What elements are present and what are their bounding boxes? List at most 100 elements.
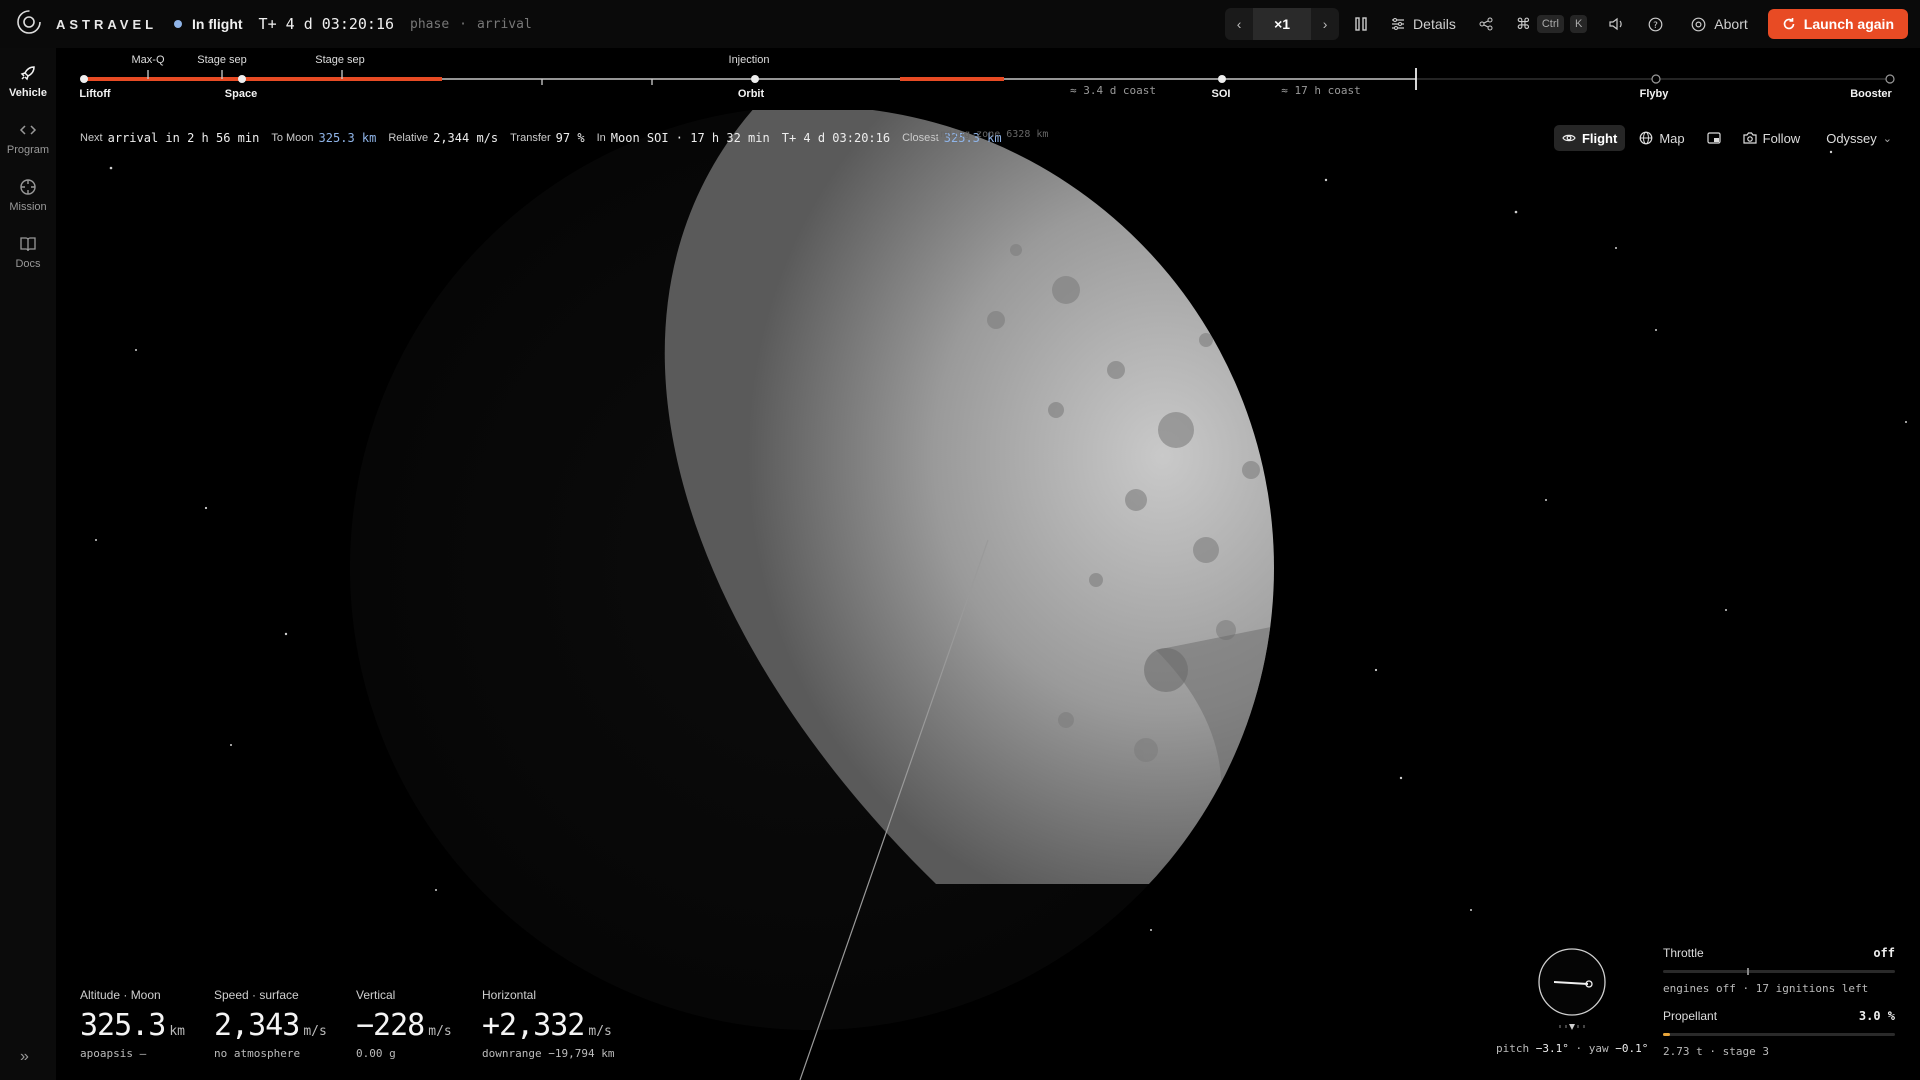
abort-label: Abort (1714, 16, 1748, 32)
mission-timeline[interactable]: Max-Q Stage sep Stage sep Injection Lift… (56, 48, 1920, 110)
status-dot (174, 20, 182, 28)
view-map-button[interactable]: Map (1631, 125, 1692, 151)
book-icon (20, 237, 36, 252)
vertical-speed-readout: Vertical −228 m/s 0.00 g (356, 988, 452, 1060)
relative-value: 2,344 m/s (433, 131, 499, 145)
share-button[interactable] (1470, 8, 1502, 40)
sidebar-item-program[interactable]: Program (0, 121, 56, 156)
timeline-milestone-orbit[interactable]: Orbit (738, 88, 764, 100)
timeline-coast-2: ≈ 17 h coast (1281, 84, 1361, 97)
time-warp-value[interactable]: ×1 (1253, 8, 1312, 40)
view-flight-button[interactable]: Flight (1553, 125, 1626, 151)
vehicle-select-label: Odyssey (1826, 130, 1877, 146)
sidebar-item-label: Program (6, 144, 50, 156)
abort-icon (1691, 17, 1706, 31)
slower-button[interactable]: ‹ (1225, 8, 1253, 40)
phase-label: phase (410, 16, 450, 32)
speaker-icon (1609, 17, 1623, 31)
top-actions: ‹ ×1 › Details ⌘ Ctrl K ? Abort Launch a… (1225, 8, 1908, 40)
app-logo[interactable]: ASTRAVEL (0, 9, 170, 40)
readout-value: 325.3 (80, 1008, 166, 1043)
timeline-event-stage-sep-2: Stage sep (315, 54, 365, 66)
speed-readout[interactable]: Speed · surface 2,343 m/s no atmosphere (214, 988, 327, 1060)
follow-label: Follow (1762, 130, 1801, 146)
abort-button[interactable]: Abort (1683, 8, 1755, 40)
help-icon: ? (1648, 17, 1663, 31)
readout-sub: no atmosphere (214, 1047, 301, 1060)
collapse-sidebar-button[interactable]: » (20, 1048, 29, 1066)
telemetry-strip: Next arrival in 2 h 56 min To Moon 325.3… (80, 129, 1014, 147)
pause-button[interactable] (1345, 8, 1377, 40)
top-bar: ASTRAVEL In flight T+ 4 d 03:20:16 phase… (0, 0, 1920, 48)
horizontal-speed-readout: Horizontal +2,332 m/s downrange −19,794 k… (482, 988, 614, 1060)
space-scene (95, 106, 1907, 1080)
engine-panel: Throttle off engines off · 17 ignitions … (1663, 946, 1895, 1058)
sidebar-item-vehicle[interactable]: Vehicle (0, 64, 56, 99)
follow-camera-button[interactable]: Follow (1735, 125, 1809, 151)
in-value: Moon SOI · 17 h 32 min (610, 131, 770, 145)
propellant-fill (1663, 1033, 1670, 1036)
readout-label: Altitude · Moon (80, 988, 161, 1002)
propellant-value: 3.0 % (1858, 1009, 1895, 1023)
sidebar: Vehicle Program Mission Docs » (0, 48, 56, 1080)
chevron-down-icon: ⌄ (1882, 132, 1892, 145)
timeline-milestone-space[interactable]: Space (225, 88, 257, 100)
timeline-event-stage-sep-1: Stage sep (197, 54, 247, 66)
readout-label: Vertical (356, 988, 396, 1002)
timeline-milestone-booster[interactable]: Booster (1850, 88, 1892, 100)
relative-label: Relative (388, 132, 429, 144)
throttle-bar[interactable] (1663, 968, 1895, 975)
eye-icon (1562, 134, 1576, 142)
readout-sub: apoapsis — (80, 1047, 147, 1060)
svg-text:?: ? (1653, 21, 1658, 31)
sidebar-item-label: Mission (9, 201, 47, 213)
readout-sub: downrange −19,794 km (482, 1047, 615, 1060)
brand-name: ASTRAVEL (56, 16, 158, 32)
readout-unit: m/s (428, 1024, 452, 1039)
next-label: Next (80, 132, 103, 144)
attitude-dial (1538, 948, 1606, 1030)
logo-icon (16, 9, 42, 40)
readout-label[interactable]: Speed · surface (214, 988, 299, 1002)
camera-icon (1743, 132, 1757, 144)
readout-value: 2,343 (214, 1008, 300, 1043)
yaw-label: yaw (1588, 1042, 1609, 1055)
help-button[interactable]: ? (1639, 8, 1671, 40)
next-event: arrival in 2 h 56 min (107, 131, 260, 145)
altitude-readout: Altitude · Moon 325.3 km apoapsis — (80, 988, 185, 1060)
timeline-milestone-liftoff[interactable]: Liftoff (79, 88, 110, 100)
sidebar-item-label: Vehicle (9, 87, 47, 99)
picture-in-picture-button[interactable] (1699, 125, 1729, 151)
sidebar-item-docs[interactable]: Docs (0, 235, 56, 270)
sidebar-item-mission[interactable]: Mission (0, 178, 56, 213)
to-label: To Moon (271, 132, 314, 144)
throttle-sub: engines off · 17 ignitions left (1663, 982, 1869, 995)
transfer-value: 97 % (555, 131, 585, 145)
rocket-icon (20, 66, 35, 81)
flight-view[interactable] (56, 106, 1920, 1080)
timeline-milestone-soi[interactable]: SOI (1212, 88, 1231, 100)
picture-in-picture-icon (1707, 132, 1721, 144)
transfer-label: Transfer (510, 132, 551, 144)
details-button[interactable]: Details (1383, 8, 1464, 40)
restart-icon (1783, 18, 1795, 30)
timeline-milestone-flyby[interactable]: Flyby (1640, 88, 1669, 100)
launch-again-button[interactable]: Launch again (1767, 9, 1908, 39)
vehicle-select[interactable]: Odyssey ⌄ (1818, 125, 1900, 151)
pause-icon (1355, 17, 1367, 31)
readout-unit: m/s (588, 1024, 612, 1039)
readout-value: +2,332 (482, 1008, 585, 1043)
code-icon (19, 125, 37, 135)
timeline-coast-1: ≈ 3.4 d coast (1069, 84, 1157, 97)
pitch-label: pitch (1496, 1042, 1530, 1055)
attitude-indicator (1536, 946, 1608, 1041)
sound-button[interactable] (1601, 8, 1633, 40)
command-icon: ⌘ (1515, 16, 1531, 33)
command-palette-button[interactable]: ⌘ Ctrl K (1508, 8, 1595, 40)
attitude-separator: · (1575, 1042, 1583, 1055)
launch-again-label: Launch again (1803, 16, 1894, 32)
details-label: Details (1413, 16, 1456, 32)
sidebar-item-label: Docs (15, 258, 41, 270)
timeline-event-maxq: Max-Q (131, 54, 165, 66)
faster-button[interactable]: › (1311, 8, 1339, 40)
